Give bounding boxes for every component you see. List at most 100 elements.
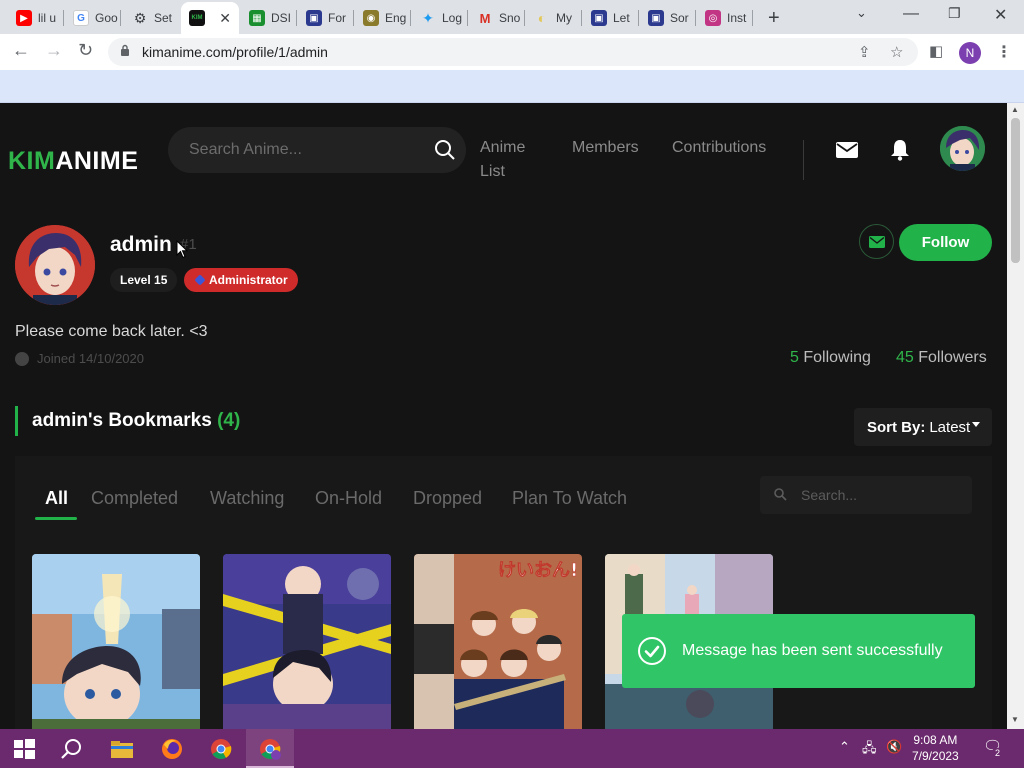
follow-button[interactable]: Follow: [899, 224, 992, 261]
filter-tab-on-hold[interactable]: On-Hold: [315, 488, 382, 509]
kimanime-favicon-icon: KIM: [189, 10, 205, 26]
tab-youtube[interactable]: ▶ lil u: [8, 4, 64, 32]
tab-forum[interactable]: ▣ For: [298, 4, 354, 32]
show-hidden-icons-chevron-icon[interactable]: ⌃: [839, 739, 850, 755]
followers-count[interactable]: 45 Followers: [896, 349, 987, 367]
filter-tab-plan-to-watch[interactable]: Plan To Watch: [512, 488, 627, 509]
profile-avatar-large: [15, 225, 95, 305]
nav-members[interactable]: Members: [572, 139, 639, 157]
search-icon[interactable]: [434, 139, 456, 161]
bookmark-star-icon[interactable]: ☆: [890, 43, 903, 61]
forward-arrow-icon[interactable]: →: [45, 40, 63, 61]
address-bar[interactable]: kimanime.com/profile/1/admin ⇪ ☆: [108, 38, 918, 66]
dsi-icon: ▦: [249, 10, 265, 26]
page-content: KIMANIME Search Anime... Anime List Membe…: [0, 103, 1007, 729]
filter-tab-all[interactable]: All: [45, 488, 68, 509]
scrollbar-thumb[interactable]: [1011, 118, 1020, 263]
filter-tab-dropped[interactable]: Dropped: [413, 488, 482, 509]
browser-menu-icon[interactable]: ⋮: [996, 42, 1012, 62]
mouse-cursor-icon: [176, 240, 188, 259]
tab-twitter-login[interactable]: ✦ Log: [412, 4, 468, 32]
close-window-icon[interactable]: ✕: [994, 5, 1007, 25]
restore-window-icon[interactable]: ❐: [948, 5, 961, 22]
tab-let[interactable]: ▣ Let: [583, 4, 639, 32]
google-icon: G: [73, 10, 89, 26]
reload-icon[interactable]: ↻: [78, 40, 93, 61]
bookmark-card-2[interactable]: [223, 554, 391, 729]
send-message-button[interactable]: [859, 224, 894, 259]
let-icon: ▣: [591, 10, 607, 26]
url-text[interactable]: kimanime.com/profile/1/admin: [142, 44, 328, 60]
detective-conan-poster-2: [223, 554, 391, 729]
mail-icon[interactable]: [836, 142, 858, 158]
tab-search-chevron-icon[interactable]: ⌄: [856, 5, 867, 21]
system-clock[interactable]: 9:08 AM 7/9/2023: [912, 732, 959, 764]
browser-toolbar: ← → ↻ kimanime.com/profile/1/admin ⇪ ☆ ◧…: [0, 34, 1024, 70]
notification-count: 2: [993, 748, 1003, 758]
tab-eng[interactable]: ◉ Eng: [355, 4, 411, 32]
nav-anime-list[interactable]: Anime List: [480, 139, 525, 187]
following-count[interactable]: 5 Following: [790, 349, 871, 367]
k-on-poster: けいおん!: [414, 554, 582, 729]
network-icon[interactable]: 🖧: [862, 739, 877, 761]
profile-username: admin: [110, 233, 172, 256]
user-avatar[interactable]: [940, 126, 985, 171]
bell-icon[interactable]: [890, 139, 910, 161]
scroll-down-arrow-icon[interactable]: ▼: [1011, 715, 1019, 724]
tab-kimanime-active[interactable]: KIM ✕: [181, 2, 239, 34]
share-icon[interactable]: ⇪: [858, 43, 871, 61]
tab-instagram[interactable]: ◎ Inst: [697, 4, 753, 32]
envelope-icon: [869, 236, 885, 248]
tab-my[interactable]: ◐ My: [526, 4, 582, 32]
windows-start-icon[interactable]: [12, 737, 36, 761]
bookmark-search-input[interactable]: Search...: [760, 476, 972, 514]
eng-icon: ◉: [363, 10, 379, 26]
lock-icon: [121, 44, 129, 56]
bookmark-card-1[interactable]: [32, 554, 200, 729]
bookmark-card-3[interactable]: けいおん!: [414, 554, 582, 729]
detective-conan-poster-1: [32, 554, 200, 729]
chrome-icon[interactable]: [209, 737, 233, 761]
youtube-icon: ▶: [16, 10, 32, 26]
search-icon[interactable]: [60, 737, 84, 761]
firefox-icon[interactable]: [160, 737, 184, 761]
tab-gmail[interactable]: M Sno: [469, 4, 525, 32]
gmail-icon: M: [479, 10, 491, 26]
gear-icon: ⚙: [133, 9, 147, 26]
back-arrow-icon[interactable]: ←: [12, 40, 30, 61]
volume-muted-icon[interactable]: 🔇: [886, 739, 902, 755]
tab-google[interactable]: G Goo: [65, 4, 121, 32]
check-circle-icon: [638, 637, 666, 665]
sort-by-dropdown[interactable]: Sort By: Latest: [854, 408, 992, 446]
caret-down-icon: [972, 422, 980, 427]
page-scrollbar[interactable]: ▲ ▼: [1007, 103, 1024, 729]
filter-tab-watching[interactable]: Watching: [210, 488, 284, 509]
side-panel-icon[interactable]: ◧: [929, 42, 943, 60]
filter-tab-completed[interactable]: Completed: [91, 488, 178, 509]
k-on-title-art: けいおん!: [498, 560, 578, 581]
scroll-up-arrow-icon[interactable]: ▲: [1011, 105, 1019, 114]
close-tab-icon[interactable]: ✕: [219, 10, 231, 27]
bookmarks-heading: admin's Bookmarks (4): [32, 410, 241, 431]
nav-divider: [803, 140, 804, 180]
new-tab-button[interactable]: +: [768, 7, 780, 30]
forum-icon: ▣: [306, 10, 322, 26]
minimize-icon[interactable]: —: [903, 5, 919, 23]
tab-sor[interactable]: ▣ Sor: [640, 4, 696, 32]
toast-message: Message has been sent successfully: [682, 642, 943, 659]
browser-tab-strip: ▶ lil u G Goo ⚙ Set KIM ✕ ▦ DSI ▣ For ◉ Eng ✦ Lo…: [0, 0, 1024, 34]
tab-settings[interactable]: ⚙ Set: [124, 4, 180, 32]
chrome-profile-icon[interactable]: [258, 737, 282, 761]
level-badge: Level 15: [110, 268, 178, 292]
windows-taskbar: ⌃ 🖧 🔇 9:08 AM 7/9/2023 🗨 2: [0, 729, 1024, 768]
anime-search-input[interactable]: Search Anime...: [168, 127, 466, 173]
sor-icon: ▣: [648, 10, 664, 26]
profile-avatar[interactable]: N: [959, 42, 981, 64]
nav-contributions[interactable]: Contributions: [672, 139, 766, 157]
file-explorer-icon[interactable]: [110, 737, 134, 761]
success-toast[interactable]: Message has been sent successfully: [622, 614, 975, 688]
clock-icon: [15, 351, 29, 366]
tab-dsi[interactable]: ▦ DSI: [241, 4, 297, 32]
search-icon: [774, 488, 787, 501]
site-logo[interactable]: KIMANIME: [8, 147, 138, 176]
